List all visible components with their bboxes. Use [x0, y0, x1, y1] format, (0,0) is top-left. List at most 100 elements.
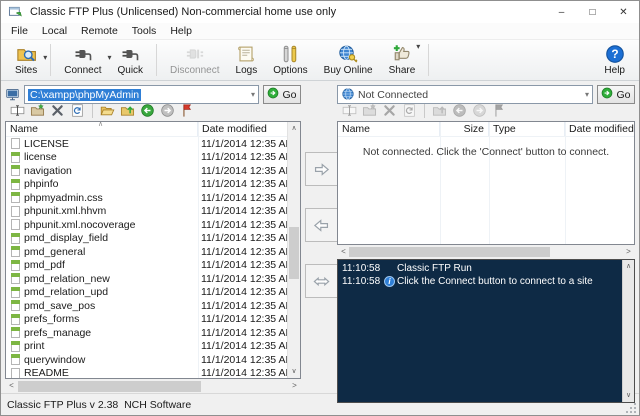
delete-icon[interactable]: [49, 102, 66, 119]
scroll-left-icon[interactable]: <: [5, 380, 18, 393]
file-row[interactable]: querywindow11/1/2014 12:35 AM: [6, 353, 287, 367]
file-row[interactable]: phpunit.xml.hhvm11/1/2014 12:35 AM: [6, 205, 287, 219]
bookmark-icon[interactable]: [491, 102, 508, 119]
file-name: phpunit.xml.nocoverage: [24, 219, 201, 231]
menu-help[interactable]: Help: [163, 24, 199, 38]
maximize-button[interactable]: □: [577, 1, 608, 23]
scrollbar-thumb[interactable]: [289, 227, 299, 279]
menu-local[interactable]: Local: [35, 24, 74, 38]
scroll-right-icon[interactable]: >: [288, 380, 301, 393]
scroll-right-icon[interactable]: >: [622, 246, 635, 258]
quick-button[interactable]: Quick: [109, 41, 151, 79]
download-button[interactable]: [305, 208, 338, 242]
file-row[interactable]: phpunit.xml.nocoverage11/1/2014 12:35 AM: [6, 218, 287, 232]
sync-button[interactable]: [305, 264, 338, 298]
scroll-down-icon[interactable]: ∨: [288, 365, 300, 378]
new-folder-icon[interactable]: [361, 102, 378, 119]
scrollbar-thumb[interactable]: [18, 381, 201, 392]
dropdown-arrow-icon[interactable]: ▾: [43, 53, 47, 62]
column-header-size[interactable]: Size: [440, 122, 489, 136]
file-row[interactable]: pmd_pdf11/1/2014 12:35 AM: [6, 259, 287, 273]
file-row[interactable]: navigation11/1/2014 12:35 AM: [6, 164, 287, 178]
local-file-list: Name∧Date modified LICENSE11/1/2014 12:3…: [5, 121, 301, 379]
menu-file[interactable]: File: [4, 24, 35, 38]
sites-button[interactable]: ▾Sites: [7, 41, 45, 79]
local-go-button[interactable]: Go: [263, 85, 301, 104]
forward-icon[interactable]: [471, 102, 488, 119]
file-row[interactable]: prefs_forms11/1/2014 12:35 AM: [6, 313, 287, 327]
scroll-up-icon[interactable]: ∧: [623, 260, 634, 273]
file-name: pmd_relation_upd: [24, 286, 201, 298]
column-header-name[interactable]: Name∧: [6, 122, 198, 136]
up-folder-icon[interactable]: [119, 102, 136, 119]
close-button[interactable]: ✕: [608, 1, 639, 23]
file-name: license: [24, 151, 201, 163]
refresh-icon[interactable]: [401, 102, 418, 119]
buy-online-button[interactable]: Buy Online: [316, 41, 381, 79]
logs-button[interactable]: Logs: [228, 41, 266, 79]
file-row[interactable]: license11/1/2014 12:35 AM: [6, 151, 287, 165]
scroll-up-icon[interactable]: ∧: [288, 122, 300, 135]
forward-icon[interactable]: [159, 102, 176, 119]
file-row[interactable]: LICENSE11/1/2014 12:35 AM: [6, 137, 287, 151]
back-icon[interactable]: [139, 102, 156, 119]
file-row[interactable]: phpmyadmin.css11/1/2014 12:35 AM: [6, 191, 287, 205]
chevron-down-icon[interactable]: ▾: [585, 90, 589, 99]
menu-bar: FileLocalRemoteToolsHelp: [1, 23, 639, 40]
upload-button[interactable]: [305, 152, 338, 186]
go-icon: [601, 87, 613, 102]
open-folder-icon[interactable]: [99, 102, 116, 119]
file-date: 11/1/2014 12:35 AM: [201, 232, 287, 244]
file-row[interactable]: README11/1/2014 12:35 AM: [6, 367, 287, 379]
file-date: 11/1/2014 12:35 AM: [201, 286, 287, 298]
bookmark-icon[interactable]: [179, 102, 196, 119]
file-row[interactable]: pmd_display_field11/1/2014 12:35 AM: [6, 232, 287, 246]
file-row[interactable]: print11/1/2014 12:35 AM: [6, 340, 287, 354]
help-button[interactable]: ?Help: [596, 41, 633, 79]
column-header-date-modified[interactable]: Date modified: [565, 122, 634, 136]
log-entry: 11:10:58iClick the Connect button to con…: [342, 275, 620, 288]
refresh-icon[interactable]: [69, 102, 86, 119]
file-row[interactable]: pmd_general11/1/2014 12:35 AM: [6, 245, 287, 259]
disconnect-button[interactable]: Disconnect: [162, 41, 227, 79]
not-connected-message: Not connected. Click the 'Connect' butto…: [338, 146, 634, 158]
remote-go-button[interactable]: Go: [597, 85, 635, 104]
delete-icon[interactable]: [381, 102, 398, 119]
log-vertical-scrollbar[interactable]: ∧ ∨: [622, 260, 634, 402]
back-icon[interactable]: [451, 102, 468, 119]
php-file-icon: [11, 327, 20, 338]
options-button[interactable]: Options: [265, 41, 315, 79]
remote-horizontal-scrollbar[interactable]: < >: [337, 246, 635, 258]
file-date: 11/1/2014 12:35 AM: [201, 354, 287, 366]
scrollbar-thumb[interactable]: [349, 247, 550, 257]
file-icon: [11, 219, 20, 230]
toolbar-group: ?Help: [596, 40, 633, 80]
column-header-name[interactable]: Name: [338, 122, 440, 136]
log-message: Classic FTP Run: [397, 263, 472, 274]
local-path-value: C:\xampp\phpMyAdmin: [28, 89, 141, 101]
new-folder-icon[interactable]: [29, 102, 46, 119]
column-header-type[interactable]: Type: [489, 122, 565, 136]
toolbar-button-label: Share: [389, 65, 416, 76]
window-controls: – □ ✕: [546, 1, 639, 23]
rename-icon[interactable]: [9, 102, 26, 119]
connect-button[interactable]: ▾Connect: [56, 41, 109, 79]
file-row[interactable]: prefs_manage11/1/2014 12:35 AM: [6, 326, 287, 340]
menu-tools[interactable]: Tools: [125, 24, 164, 38]
file-row[interactable]: pmd_save_pos11/1/2014 12:35 AM: [6, 299, 287, 313]
share-button[interactable]: ▾ Share: [381, 41, 424, 79]
file-row[interactable]: pmd_relation_new11/1/2014 12:35 AM: [6, 272, 287, 286]
resize-grip[interactable]: [625, 401, 637, 413]
chevron-down-icon[interactable]: ▾: [251, 90, 255, 99]
column-header-date-modified[interactable]: Date modified: [198, 122, 300, 136]
local-vertical-scrollbar[interactable]: ∧ ∨: [287, 122, 300, 378]
minimize-button[interactable]: –: [546, 1, 577, 23]
file-row[interactable]: phpinfo11/1/2014 12:35 AM: [6, 178, 287, 192]
rename-icon[interactable]: [341, 102, 358, 119]
menu-remote[interactable]: Remote: [74, 24, 125, 38]
up-folder-icon[interactable]: [431, 102, 448, 119]
file-row[interactable]: pmd_relation_upd11/1/2014 12:35 AM: [6, 286, 287, 300]
sites-icon: [16, 44, 36, 64]
local-horizontal-scrollbar[interactable]: < >: [5, 380, 301, 393]
dropdown-arrow-icon[interactable]: ▾: [416, 42, 420, 51]
